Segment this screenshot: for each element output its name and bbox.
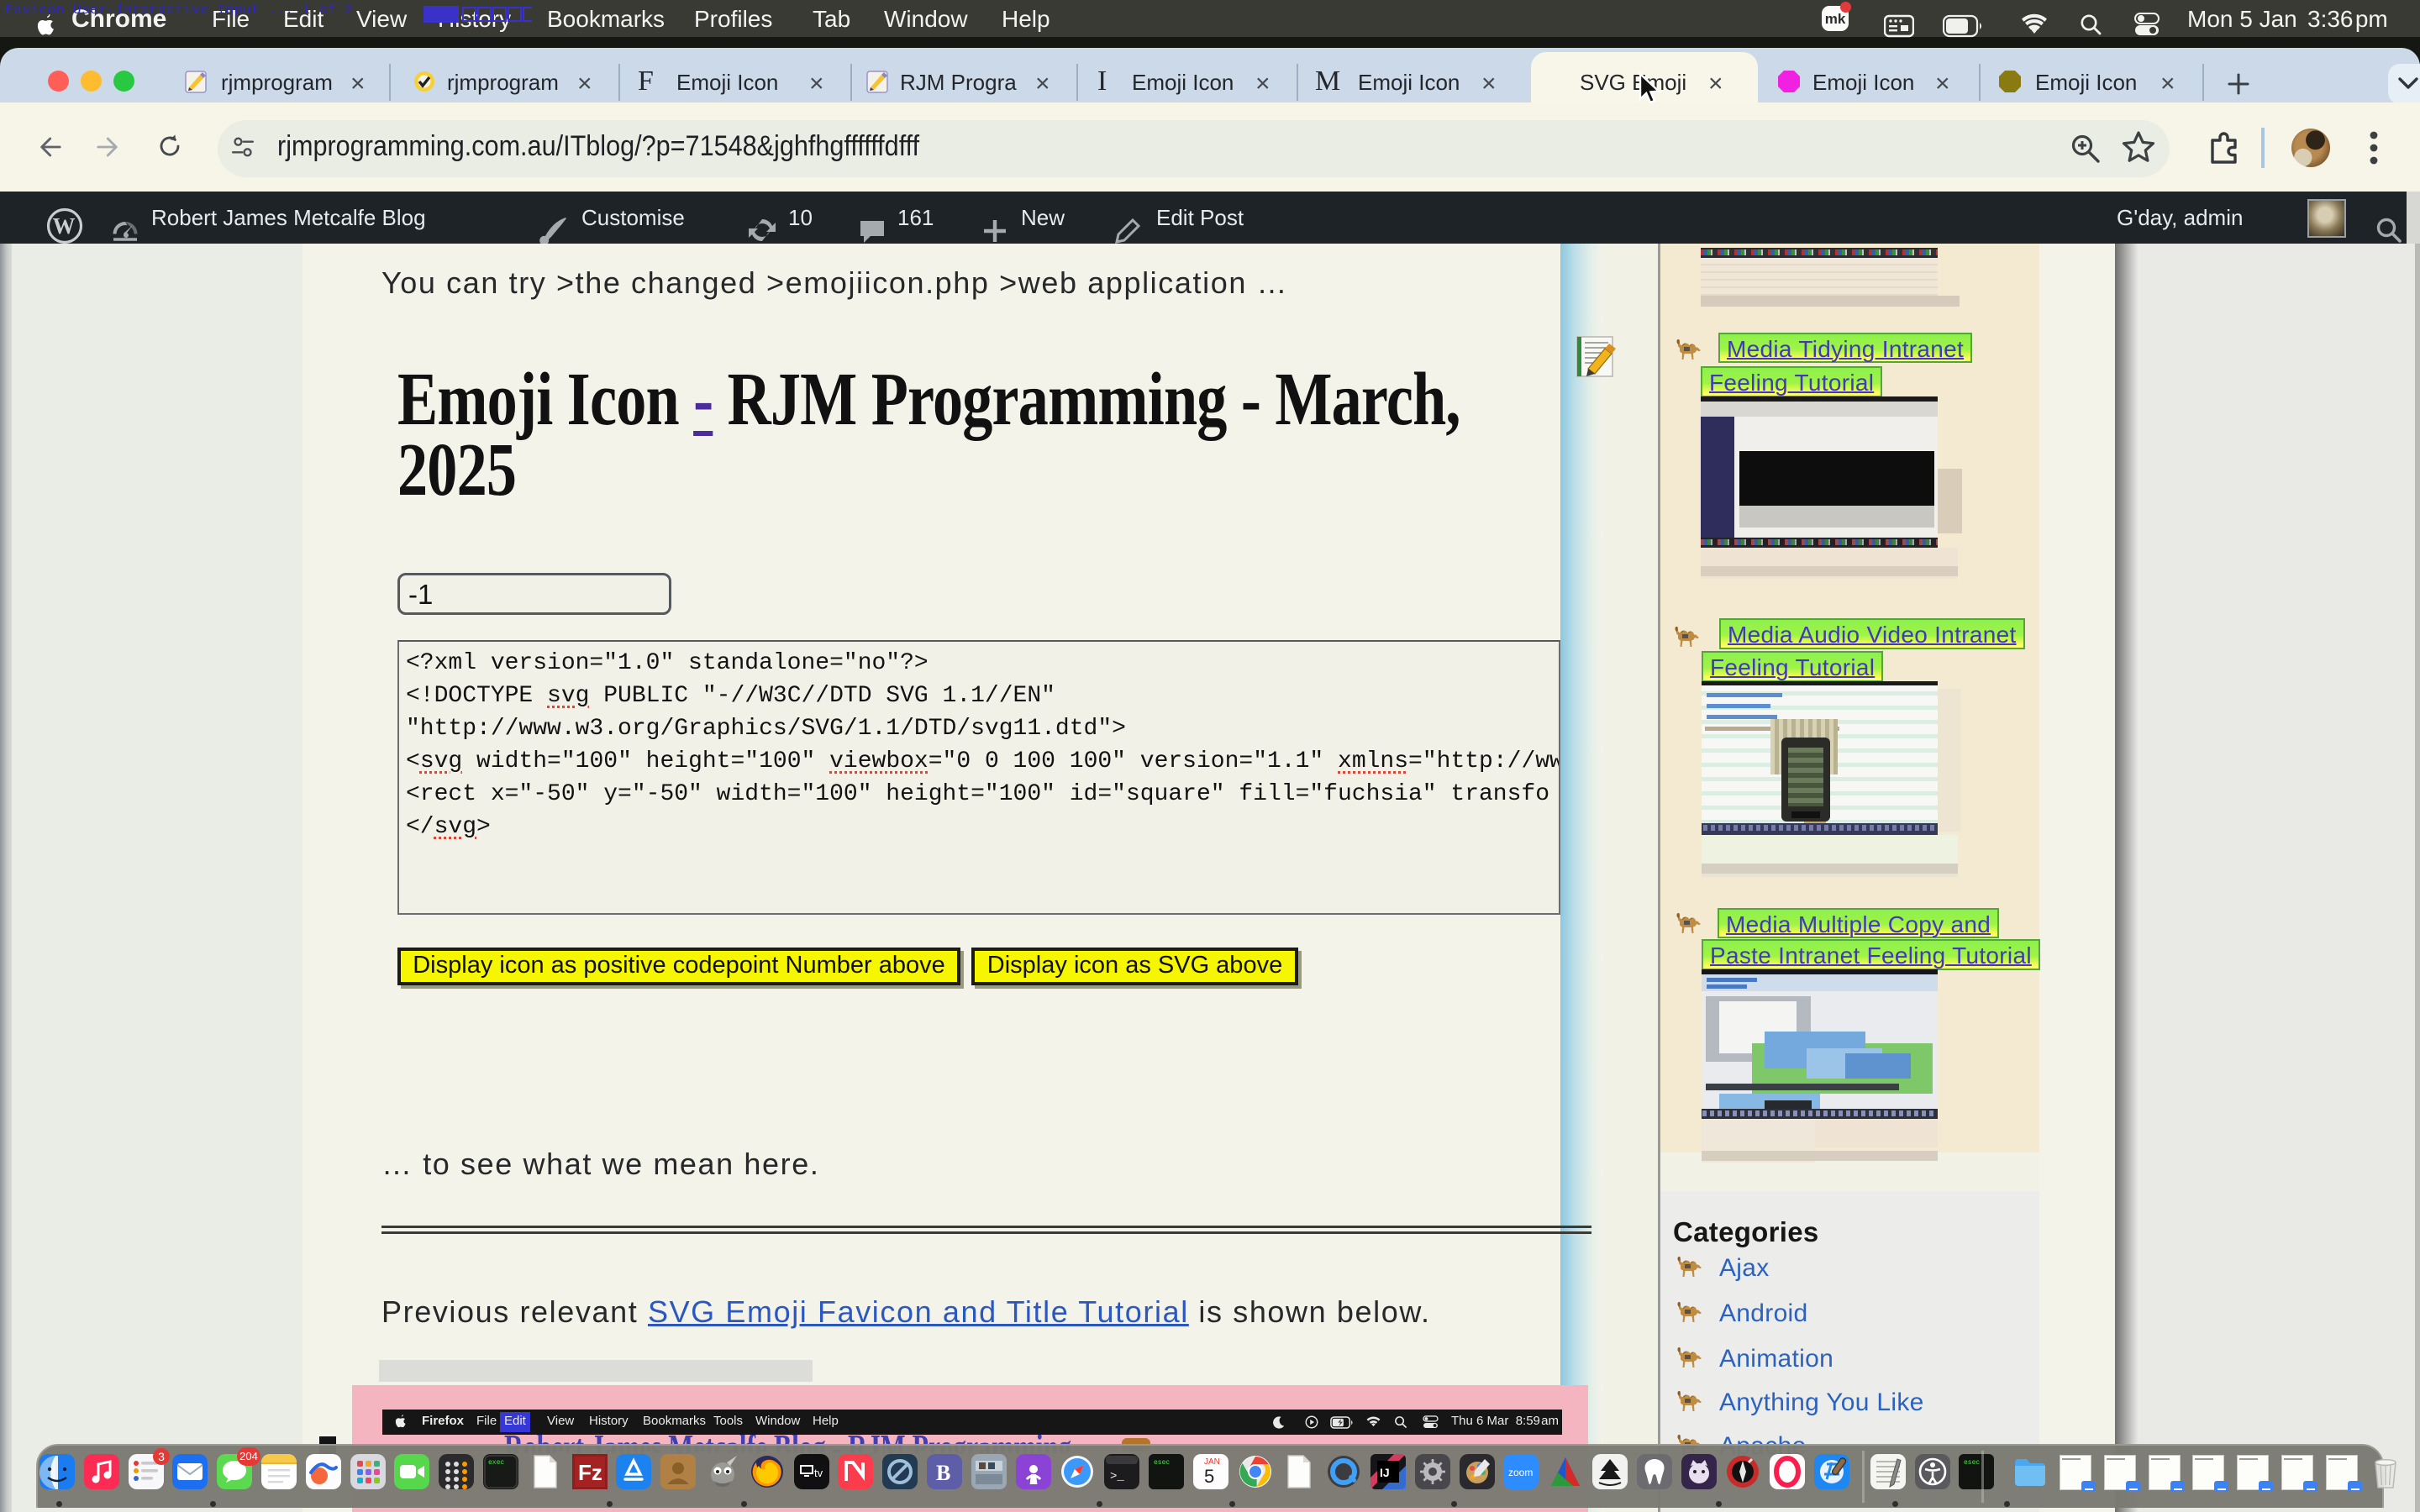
svg-text:Fz: Fz xyxy=(578,1460,602,1485)
svg-text:tv: tv xyxy=(814,1467,823,1479)
svg-text:5: 5 xyxy=(1204,1466,1214,1487)
svg-text:W: W xyxy=(53,213,76,239)
svg-text:B: B xyxy=(936,1461,950,1485)
svg-text:esec: esec xyxy=(1154,1459,1170,1467)
svg-text:zoom: zoom xyxy=(1508,1467,1533,1478)
svg-text:esec: esec xyxy=(1964,1459,1980,1467)
svg-text:exec: exec xyxy=(488,1459,504,1467)
svg-text:>_: >_ xyxy=(1110,1470,1124,1483)
svg-text:IJ: IJ xyxy=(1380,1466,1390,1479)
